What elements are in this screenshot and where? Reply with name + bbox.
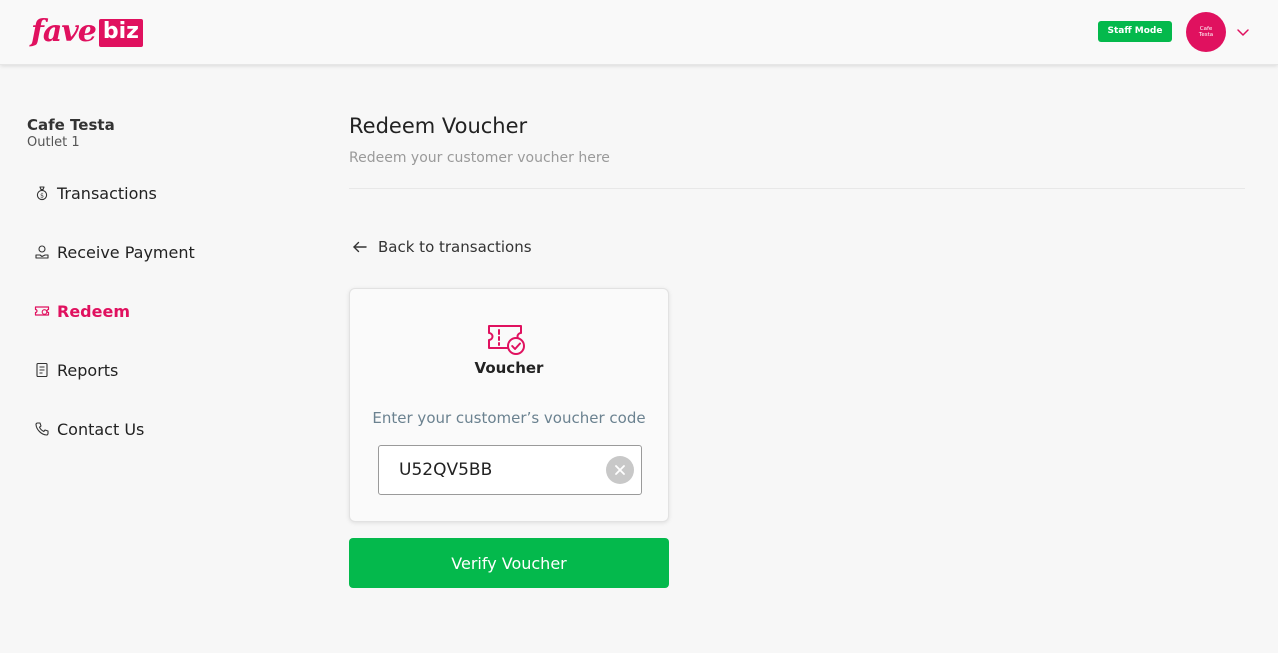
- sidebar-item-transactions[interactable]: $ Transactions: [33, 181, 157, 205]
- sidebar-item-label: Redeem: [57, 301, 130, 321]
- clear-input-button[interactable]: [606, 456, 634, 484]
- svg-text:$: $: [40, 192, 44, 199]
- sidebar-item-contact-us[interactable]: Contact Us: [33, 417, 144, 441]
- sidebar-item-redeem[interactable]: Redeem: [33, 299, 130, 323]
- outlet-label: Outlet 1: [27, 135, 80, 150]
- fave-biz-logo[interactable]: fave biz: [31, 14, 143, 50]
- voucher-check-icon: [488, 325, 525, 355]
- page-title: Redeem Voucher: [349, 114, 528, 138]
- close-icon: [615, 465, 625, 475]
- voucher-code-input[interactable]: [379, 446, 599, 494]
- arrow-left-icon: [353, 241, 367, 253]
- verify-voucher-button[interactable]: Verify Voucher: [349, 538, 669, 588]
- ticket-icon: [33, 302, 51, 320]
- report-icon: [33, 361, 51, 379]
- sidebar-item-label: Contact Us: [57, 419, 145, 439]
- back-to-transactions-link[interactable]: Back to transactions: [352, 236, 532, 258]
- top-header: fave biz Staff Mode Cafe Testa: [0, 0, 1278, 65]
- outlet-name: Cafe Testa: [27, 116, 115, 134]
- chevron-down-icon[interactable]: [1236, 26, 1250, 38]
- staff-mode-badge[interactable]: Staff Mode: [1098, 21, 1172, 42]
- sidebar-item-reports[interactable]: Reports: [33, 358, 118, 382]
- header-divider: [349, 188, 1245, 189]
- avatar[interactable]: Cafe Testa: [1186, 12, 1226, 52]
- sidebar-item-label: Transactions: [57, 183, 157, 203]
- voucher-card: Voucher Enter your customer’s voucher co…: [349, 288, 669, 522]
- sidebar-item-label: Receive Payment: [57, 242, 195, 262]
- voucher-code-field[interactable]: [378, 445, 642, 495]
- voucher-card-title: Voucher: [474, 359, 544, 377]
- page-subtitle: Redeem your customer voucher here: [349, 150, 610, 166]
- back-link-label: Back to transactions: [378, 238, 532, 256]
- sidebar-item-receive-payment[interactable]: Receive Payment: [33, 240, 195, 264]
- phone-icon: [33, 420, 51, 438]
- sidebar-item-label: Reports: [57, 360, 119, 380]
- voucher-code-prompt: Enter your customer’s voucher code: [372, 409, 646, 427]
- logo-fave-text: fave: [31, 14, 97, 49]
- logo-biz-badge: biz: [98, 19, 143, 47]
- money-bag-icon: $: [33, 184, 51, 202]
- receive-payment-icon: [33, 243, 51, 261]
